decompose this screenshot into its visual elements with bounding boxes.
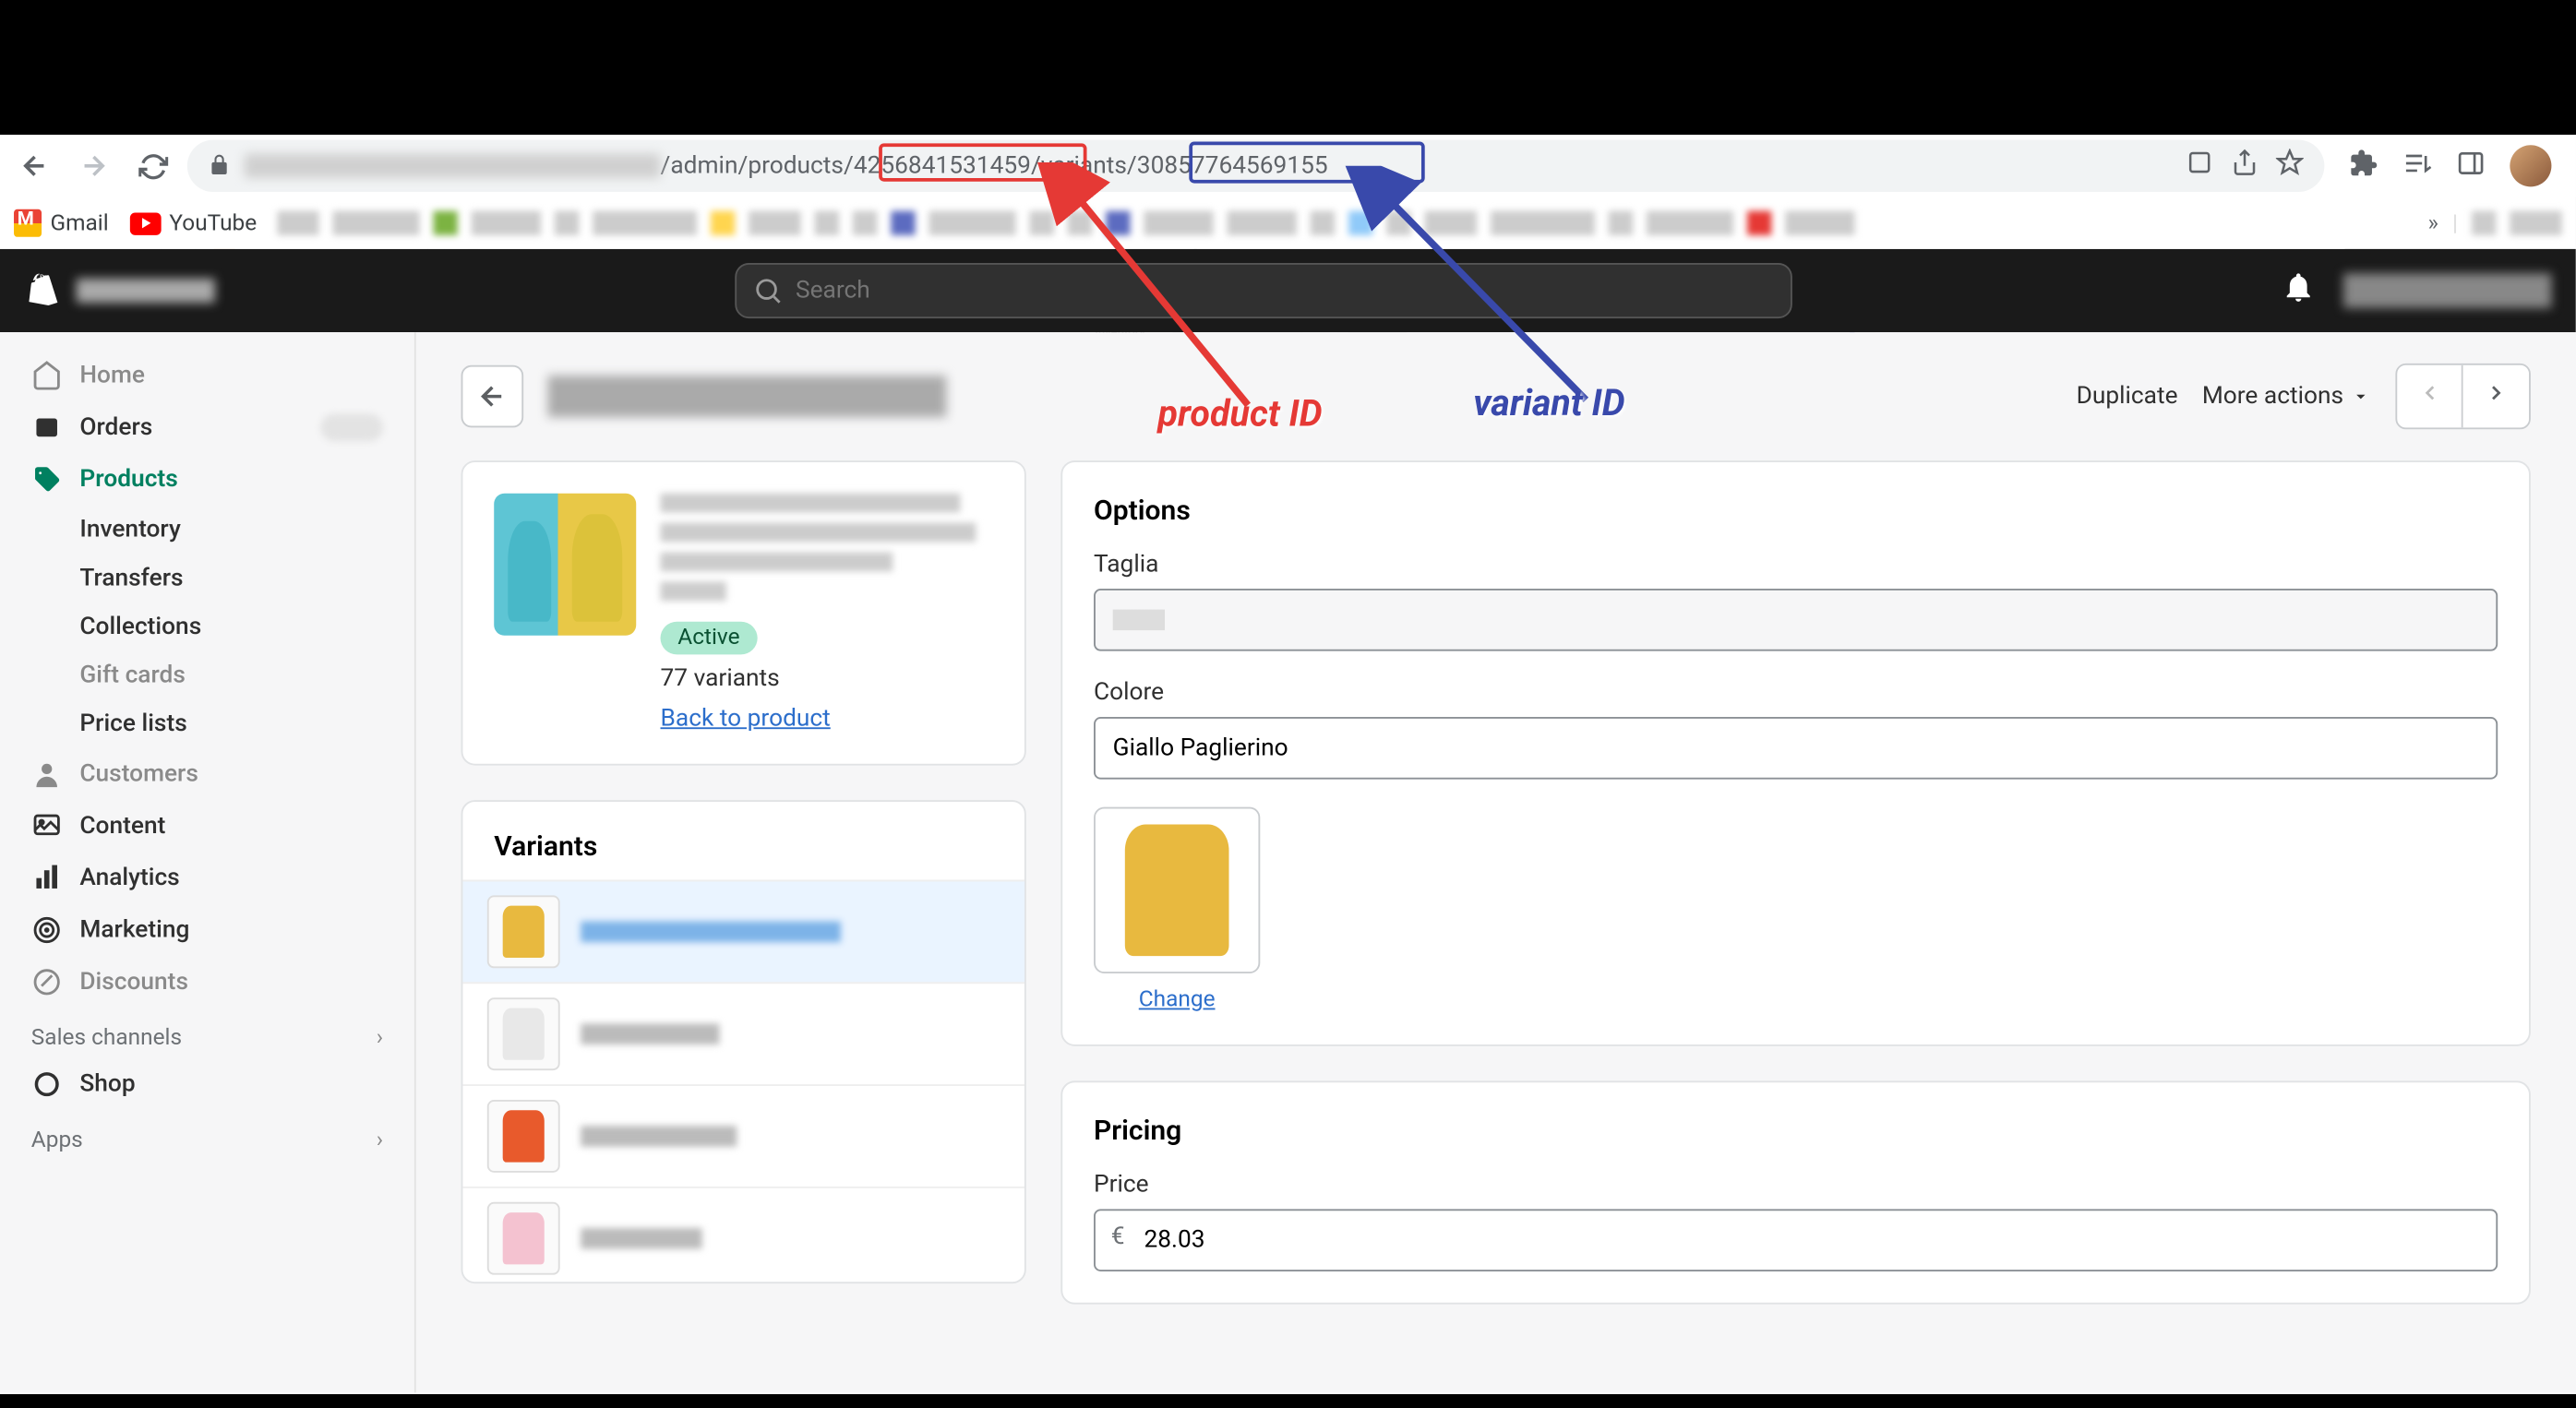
orders-icon bbox=[31, 412, 63, 443]
orders-badge bbox=[320, 413, 383, 441]
nav-products[interactable]: Products bbox=[14, 454, 401, 506]
browser-chrome: /admin/products/ 4256841531459 /variants… bbox=[0, 135, 2576, 249]
bookmark-youtube[interactable]: YouTube bbox=[129, 210, 257, 236]
color-input[interactable] bbox=[1094, 717, 2498, 780]
store-switcher[interactable] bbox=[2343, 273, 2551, 308]
url-product-id: 4256841531459 bbox=[854, 152, 1031, 180]
options-heading: Options bbox=[1094, 494, 2498, 527]
sidebar: Home Orders Products Inventory Transfers… bbox=[0, 332, 416, 1392]
prev-button[interactable] bbox=[2397, 365, 2462, 428]
nav-orders[interactable]: Orders bbox=[14, 401, 401, 453]
install-icon[interactable] bbox=[2186, 149, 2213, 184]
address-bar[interactable]: /admin/products/ 4256841531459 /variants… bbox=[187, 140, 2325, 192]
price-label: Price bbox=[1094, 1171, 2498, 1199]
search-container bbox=[735, 263, 1792, 318]
page-title bbox=[547, 376, 946, 417]
content-icon bbox=[31, 810, 63, 841]
nav-discounts[interactable]: Discounts bbox=[14, 956, 401, 1008]
url-variant-id: 30857764569155 bbox=[1137, 152, 1328, 180]
nav-inventory[interactable]: Inventory bbox=[14, 506, 401, 555]
nav-analytics[interactable]: Analytics bbox=[14, 852, 401, 903]
sales-channels-header[interactable]: Sales channels › bbox=[0, 1008, 414, 1058]
back-button[interactable] bbox=[461, 365, 524, 428]
analytics-icon bbox=[31, 863, 63, 894]
next-button[interactable] bbox=[2463, 365, 2529, 428]
variant-item[interactable] bbox=[462, 1187, 1024, 1282]
options-card: Options Taglia Colore Change bbox=[1060, 460, 2531, 1046]
price-input[interactable] bbox=[1094, 1209, 2498, 1271]
variants-list[interactable] bbox=[462, 880, 1024, 1283]
nav-shop[interactable]: Shop bbox=[14, 1058, 401, 1110]
currency-symbol: € bbox=[1111, 1223, 1125, 1250]
variants-card: Variants bbox=[461, 800, 1026, 1283]
pricing-heading: Pricing bbox=[1094, 1114, 2498, 1147]
browser-forward-button[interactable] bbox=[69, 142, 118, 191]
lock-icon bbox=[208, 149, 230, 183]
products-icon bbox=[31, 464, 63, 495]
browser-reload-button[interactable] bbox=[128, 142, 177, 191]
nav-collections[interactable]: Collections bbox=[14, 603, 401, 651]
variant-item[interactable] bbox=[462, 982, 1024, 1084]
variant-image bbox=[1094, 807, 1260, 973]
bookmark-gmail[interactable]: Gmail bbox=[14, 209, 109, 237]
nav-content[interactable]: Content bbox=[14, 800, 401, 852]
extensions-icon[interactable] bbox=[2349, 148, 2378, 184]
url-text: /admin/products/ 4256841531459 /variants… bbox=[245, 152, 1328, 180]
chevron-right-icon: › bbox=[377, 1025, 383, 1051]
home-icon bbox=[31, 360, 63, 391]
chevron-right-icon: › bbox=[377, 1128, 383, 1153]
customers-icon bbox=[31, 758, 63, 790]
status-badge: Active bbox=[661, 622, 758, 655]
discounts-icon bbox=[31, 966, 63, 997]
profile-avatar[interactable] bbox=[2510, 145, 2551, 186]
size-input[interactable] bbox=[1094, 589, 2498, 651]
shopify-logo[interactable] bbox=[24, 271, 215, 309]
marketing-icon bbox=[31, 914, 63, 946]
change-image-link[interactable]: Change bbox=[1094, 987, 1260, 1013]
variant-item[interactable] bbox=[462, 1084, 1024, 1187]
browser-back-button[interactable] bbox=[10, 142, 59, 191]
share-icon[interactable] bbox=[2231, 149, 2258, 184]
variants-count: 77 variants bbox=[661, 665, 994, 693]
variants-heading: Variants bbox=[462, 802, 1024, 880]
nav-gift-cards[interactable]: Gift cards bbox=[14, 651, 401, 700]
nav-transfers[interactable]: Transfers bbox=[14, 554, 401, 603]
notifications-icon[interactable] bbox=[2281, 269, 2316, 311]
shopify-header bbox=[0, 249, 2576, 332]
pricing-card: Pricing Price € bbox=[1060, 1080, 2531, 1304]
apps-header[interactable]: Apps › bbox=[0, 1110, 414, 1160]
page-content: Duplicate More actions bbox=[416, 332, 2576, 1392]
gmail-icon bbox=[14, 209, 42, 237]
nav-marketing[interactable]: Marketing bbox=[14, 904, 401, 956]
search-input[interactable] bbox=[735, 263, 1792, 318]
caret-down-icon bbox=[2351, 386, 2372, 407]
search-icon bbox=[752, 275, 784, 313]
reading-list-icon[interactable] bbox=[2402, 148, 2432, 184]
nav-price-lists[interactable]: Price lists bbox=[14, 699, 401, 748]
shop-icon bbox=[31, 1068, 63, 1100]
more-actions-button[interactable]: More actions bbox=[2202, 383, 2371, 411]
bookmarks-bar: Gmail YouTube » | bbox=[0, 197, 2576, 249]
sidepanel-icon[interactable] bbox=[2456, 148, 2486, 184]
bookmarks-overflow[interactable]: » bbox=[2428, 210, 2438, 236]
product-image bbox=[494, 494, 636, 636]
duplicate-button[interactable]: Duplicate bbox=[2077, 383, 2178, 411]
youtube-icon bbox=[129, 212, 161, 234]
back-to-product-link[interactable]: Back to product bbox=[661, 705, 831, 733]
product-summary-card: Active 77 variants Back to product bbox=[461, 460, 1026, 766]
star-icon[interactable] bbox=[2276, 149, 2304, 184]
pagination bbox=[2395, 364, 2530, 429]
size-label: Taglia bbox=[1094, 551, 2498, 579]
color-label: Colore bbox=[1094, 679, 2498, 707]
variant-item[interactable] bbox=[462, 880, 1024, 983]
nav-home[interactable]: Home bbox=[14, 350, 401, 401]
nav-customers[interactable]: Customers bbox=[14, 748, 401, 800]
